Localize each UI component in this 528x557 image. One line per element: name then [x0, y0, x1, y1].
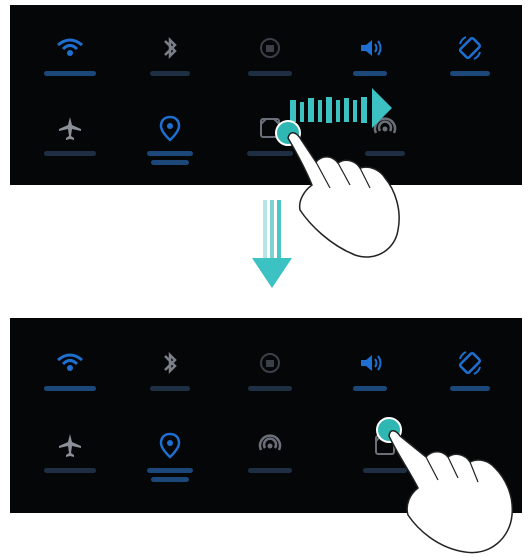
- screenshot-toggle[interactable]: [230, 113, 310, 156]
- location-label: [147, 468, 193, 473]
- sound-label: [353, 386, 387, 391]
- sound-toggle[interactable]: [330, 348, 410, 391]
- hotspot-toggle[interactable]: [345, 113, 425, 156]
- location-icon: [159, 432, 181, 459]
- wifi-icon: [57, 38, 83, 56]
- auto-rotate-toggle[interactable]: [430, 348, 510, 391]
- location-label: [147, 151, 193, 156]
- bluetooth-toggle[interactable]: [130, 33, 210, 76]
- screenshot-label: [247, 151, 293, 156]
- auto-rotate-label: [450, 71, 490, 76]
- sound-icon: [361, 40, 382, 56]
- rotation-lock-toggle[interactable]: [230, 348, 310, 391]
- location-label-line2: [151, 160, 189, 165]
- bluetooth-label: [150, 71, 190, 76]
- wifi-label: [44, 386, 96, 391]
- auto-rotate-icon: [458, 351, 482, 375]
- screenshot-toggle[interactable]: [345, 430, 425, 473]
- airplane-toggle[interactable]: [30, 430, 110, 473]
- rotation-lock-icon: [260, 353, 280, 373]
- airplane-icon: [59, 117, 81, 140]
- auto-rotate-toggle[interactable]: [430, 33, 510, 76]
- down-arrow-icon: [252, 200, 292, 288]
- airplane-icon: [59, 434, 81, 457]
- sound-toggle[interactable]: [330, 33, 410, 76]
- hotspot-icon: [373, 117, 397, 134]
- airplane-label: [44, 468, 96, 473]
- location-toggle[interactable]: [130, 430, 210, 482]
- hotspot-label: [365, 151, 405, 156]
- wifi-label: [44, 71, 96, 76]
- wifi-icon: [57, 353, 83, 371]
- bluetooth-label: [150, 386, 190, 391]
- airplane-label: [44, 151, 96, 156]
- quick-settings-panel-after: [10, 318, 522, 513]
- location-label-line2: [151, 477, 189, 482]
- hotspot-icon: [258, 434, 282, 451]
- location-icon: [159, 115, 181, 142]
- rotation-lock-label: [248, 71, 292, 76]
- rotation-lock-icon: [260, 38, 280, 58]
- hotspot-label: [248, 468, 292, 473]
- auto-rotate-icon: [458, 36, 482, 60]
- auto-rotate-label: [450, 386, 490, 391]
- wifi-toggle[interactable]: [30, 348, 110, 391]
- screenshot-icon: [375, 435, 395, 455]
- bluetooth-toggle[interactable]: [130, 348, 210, 391]
- sound-label: [353, 71, 387, 76]
- sound-icon: [361, 355, 382, 371]
- screenshot-label: [363, 468, 407, 473]
- bluetooth-icon: [164, 351, 177, 375]
- hotspot-toggle[interactable]: [230, 430, 310, 473]
- screenshot-icon: [260, 118, 280, 138]
- quick-settings-panel-before: [10, 5, 522, 185]
- location-toggle[interactable]: [130, 113, 210, 165]
- wifi-toggle[interactable]: [30, 33, 110, 76]
- rotation-lock-toggle[interactable]: [230, 33, 310, 76]
- rotation-lock-label: [248, 386, 292, 391]
- bluetooth-icon: [164, 36, 177, 60]
- airplane-toggle[interactable]: [30, 113, 110, 156]
